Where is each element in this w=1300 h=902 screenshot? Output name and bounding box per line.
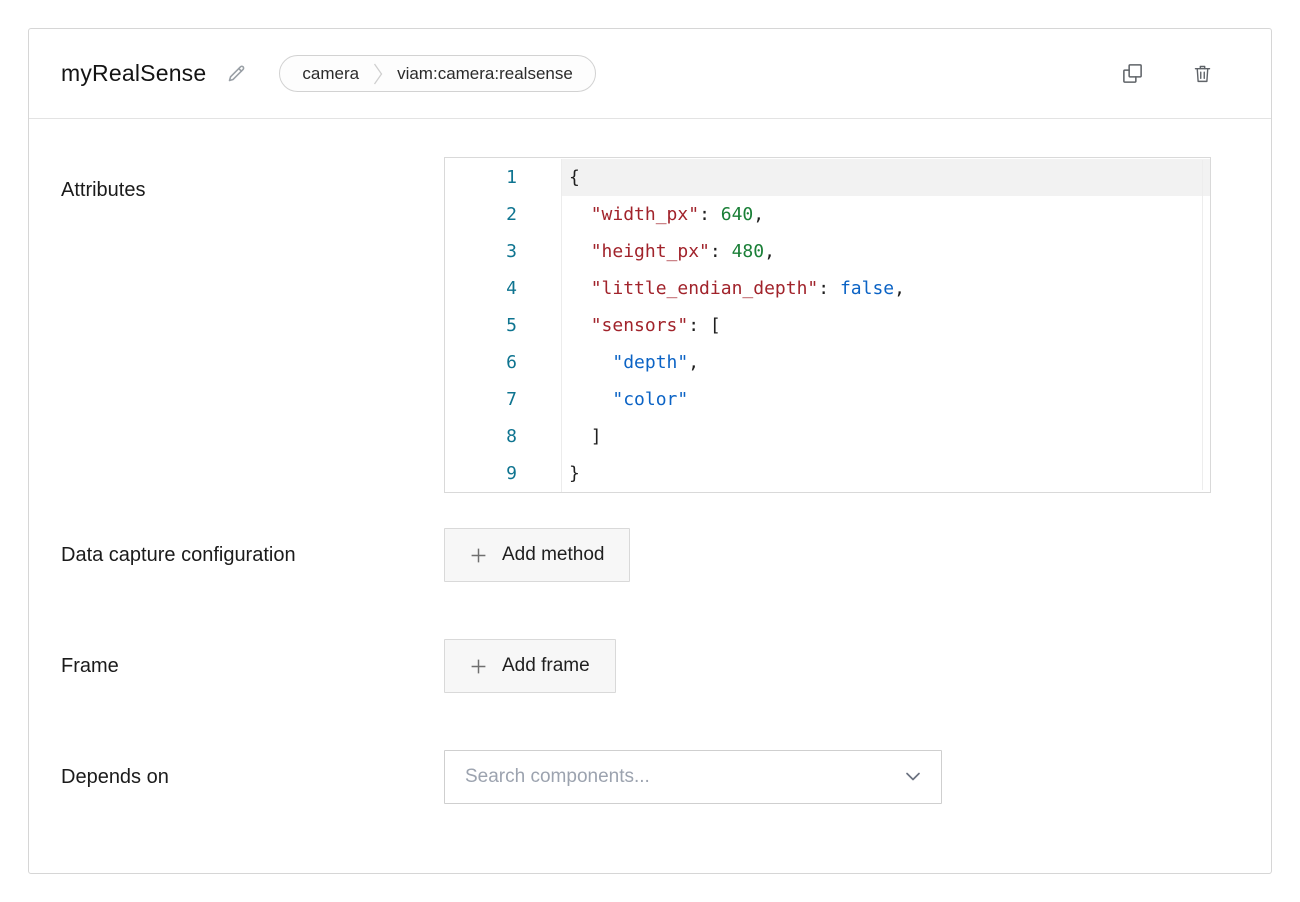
plus-icon — [470, 547, 487, 564]
add-method-label: Add method — [502, 544, 604, 566]
line-number: 6 — [445, 344, 517, 381]
code-text: { — [561, 159, 1210, 196]
frame-label: Frame — [61, 639, 444, 686]
pencil-icon — [226, 63, 247, 84]
line-number: 8 — [445, 418, 517, 455]
depends-on-label: Depends on — [61, 750, 444, 797]
chip-category: camera — [280, 64, 373, 84]
depends-on-select[interactable]: Search components... — [444, 750, 942, 804]
code-text: "width_px": 640, — [561, 196, 1210, 233]
data-capture-label: Data capture configuration — [61, 528, 444, 575]
component-name: myRealSense — [61, 60, 206, 87]
chip-model: viam:camera:realsense — [383, 64, 595, 84]
attributes-label: Attributes — [61, 157, 444, 210]
line-number: 5 — [445, 307, 517, 344]
code-line[interactable]: 7 "color" — [445, 381, 1210, 418]
code-text: "height_px": 480, — [561, 233, 1210, 270]
code-text: "color" — [561, 381, 1210, 418]
code-text: "depth", — [561, 344, 1210, 381]
attributes-row: Attributes 1{2 "width_px": 640,3 "height… — [61, 157, 1239, 493]
code-line[interactable]: 8 ] — [445, 418, 1210, 455]
line-number: 2 — [445, 196, 517, 233]
chevron-down-icon — [905, 772, 921, 782]
code-line[interactable]: 9} — [445, 455, 1210, 492]
code-text: "sensors": [ — [561, 307, 1210, 344]
line-number: 4 — [445, 270, 517, 307]
data-capture-row: Data capture configuration Add method — [61, 528, 1239, 582]
code-line[interactable]: 6 "depth", — [445, 344, 1210, 381]
attributes-code-editor[interactable]: 1{2 "width_px": 640,3 "height_px": 480,4… — [444, 157, 1211, 493]
component-body: Attributes 1{2 "width_px": 640,3 "height… — [29, 119, 1271, 804]
duplicate-button[interactable] — [1119, 60, 1146, 87]
code-lines: 1{2 "width_px": 640,3 "height_px": 480,4… — [445, 159, 1210, 492]
line-number: 9 — [445, 455, 517, 492]
code-line[interactable]: 5 "sensors": [ — [445, 307, 1210, 344]
header-actions — [1119, 60, 1215, 87]
code-line[interactable]: 2 "width_px": 640, — [445, 196, 1210, 233]
depends-on-row: Depends on Search components... — [61, 750, 1239, 804]
line-number: 3 — [445, 233, 517, 270]
add-frame-button[interactable]: Add frame — [444, 639, 616, 693]
chevron-right-icon — [373, 62, 383, 86]
depends-on-placeholder: Search components... — [465, 766, 905, 788]
trash-icon — [1192, 62, 1213, 85]
code-text: } — [561, 455, 1210, 492]
component-header: myRealSense camera viam:camera:realsense — [29, 29, 1271, 119]
add-method-button[interactable]: Add method — [444, 528, 630, 582]
component-type-chip: camera viam:camera:realsense — [279, 55, 595, 92]
add-frame-label: Add frame — [502, 655, 590, 677]
delete-button[interactable] — [1190, 60, 1215, 87]
frame-row: Frame Add frame — [61, 639, 1239, 693]
code-line[interactable]: 3 "height_px": 480, — [445, 233, 1210, 270]
plus-icon — [470, 658, 487, 675]
line-number: 1 — [445, 159, 517, 196]
code-line[interactable]: 1{ — [445, 159, 1210, 196]
code-text: "little_endian_depth": false, — [561, 270, 1210, 307]
component-card: myRealSense camera viam:camera:realsense — [28, 28, 1272, 874]
code-text: ] — [561, 418, 1210, 455]
duplicate-icon — [1121, 62, 1144, 85]
edit-name-button[interactable] — [224, 61, 249, 86]
code-line[interactable]: 4 "little_endian_depth": false, — [445, 270, 1210, 307]
line-number: 7 — [445, 381, 517, 418]
